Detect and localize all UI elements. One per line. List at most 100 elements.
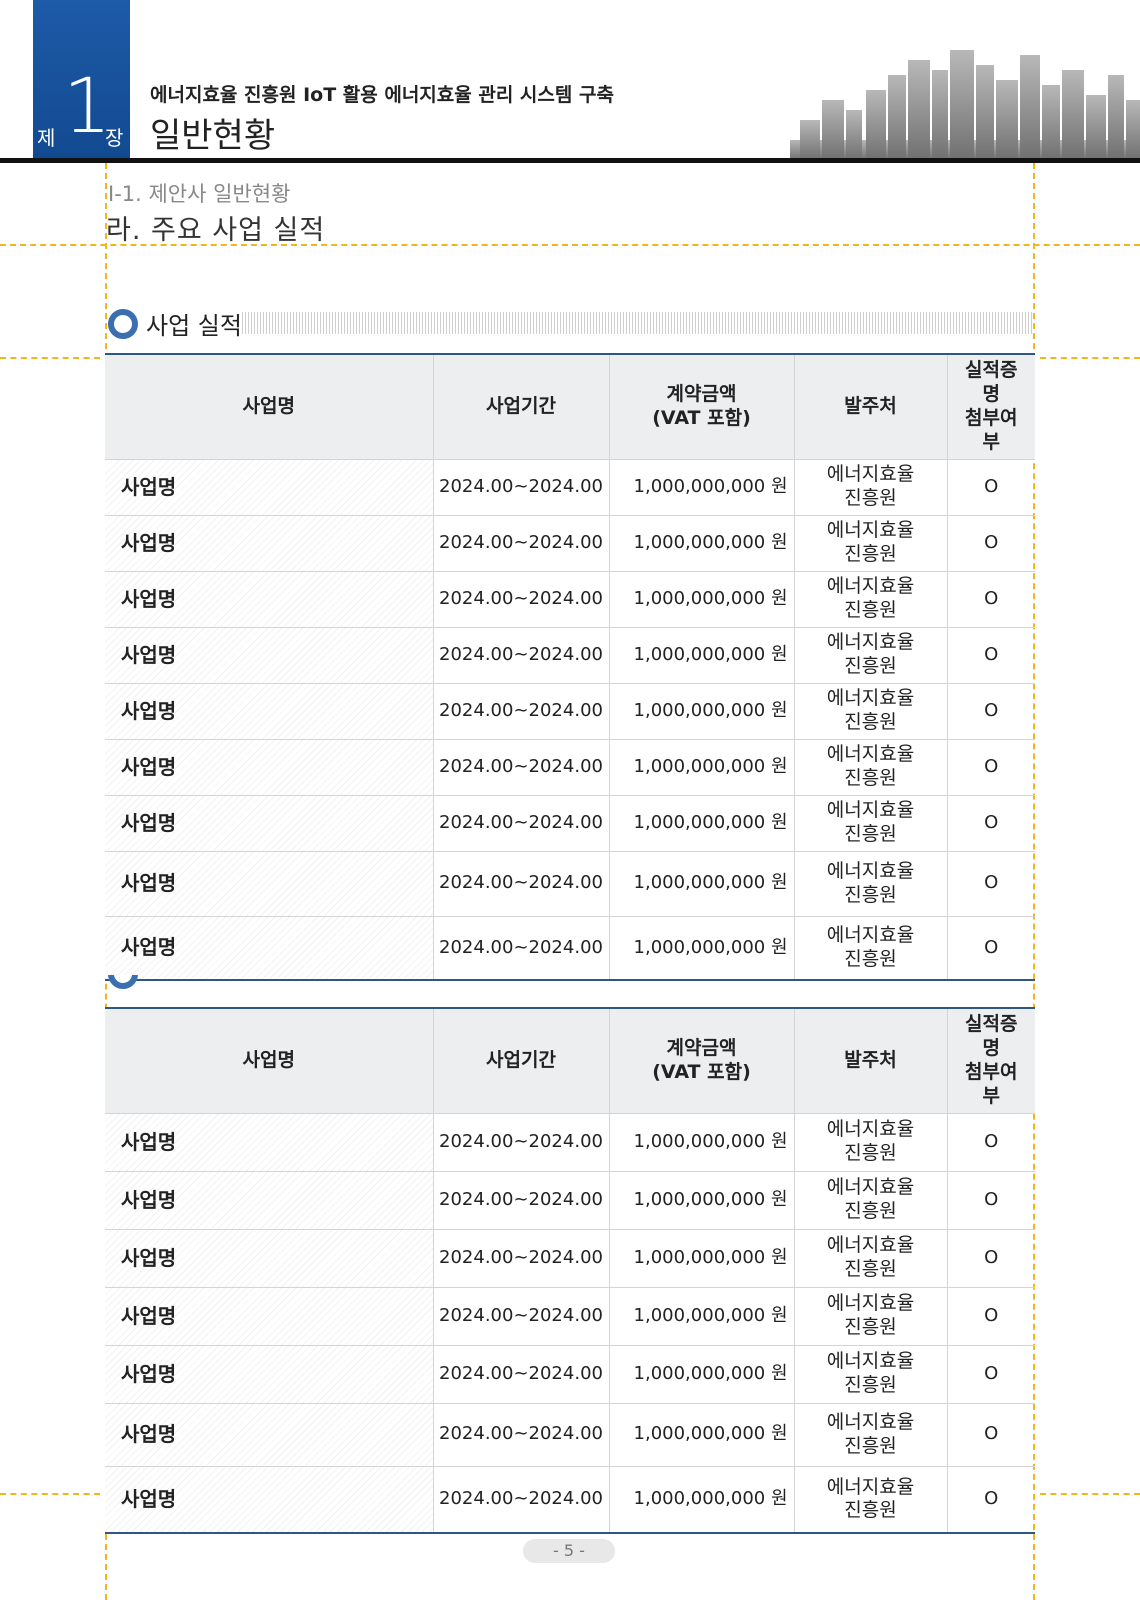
- table-row: 사업명 2024.00~2024.00 1,000,000,000 원 에너지효율 진흥…: [105, 1465, 1035, 1534]
- project-name-cell: 사업명: [105, 1170, 434, 1230]
- client-name-line: 진흥원: [844, 655, 897, 677]
- project-name-cell: 사업명: [105, 1402, 434, 1467]
- client-name-line: 진흥원: [844, 767, 897, 789]
- contract-amount-cell: 1,000,000,000 원: [608, 850, 795, 917]
- client-cell: 에너지효율 진흥원: [793, 1344, 948, 1404]
- header-label: 부: [982, 1084, 1000, 1107]
- hidden-subsection-heading: [108, 975, 308, 991]
- project-name-cell: 사업명: [105, 1286, 434, 1346]
- proof-attached-cell: O: [946, 626, 1035, 684]
- circle-bullet-icon: [108, 975, 138, 989]
- client-cell: 에너지효율 진흥원: [793, 1228, 948, 1288]
- contract-amount-cell: 1,000,000,000 원: [608, 682, 795, 740]
- heading-stripe-decoration: [242, 312, 1033, 334]
- table-row: 사업명 2024.00~2024.00 1,000,000,000 원 에너지효율 진흥…: [105, 1286, 1035, 1346]
- header-label: (VAT 포함): [652, 406, 751, 429]
- project-name-cell: 사업명: [105, 850, 434, 917]
- client-name-line: 에너지효율: [826, 687, 915, 710]
- project-period-cell: 2024.00~2024.00: [432, 570, 610, 628]
- table-row: 사업명 2024.00~2024.00 1,000,000,000 원 에너지효율 진흥…: [105, 682, 1035, 740]
- proof-attached-cell: O: [946, 1402, 1035, 1467]
- contract-amount-cell: 1,000,000,000 원: [608, 1170, 795, 1230]
- client-cell: 에너지효율 진흥원: [793, 1170, 948, 1230]
- column-header-amount: 계약금액 (VAT 포함): [608, 1007, 795, 1114]
- table-row: 사업명 2024.00~2024.00 1,000,000,000 원 에너지효율 진흥…: [105, 1170, 1035, 1230]
- table-header-row: 사업명 사업기간 계약금액 (VAT 포함) 발주처 실적증 명 첨부여 부: [105, 1007, 1035, 1114]
- chapter-prefix: 제: [37, 126, 56, 150]
- project-name-cell: 사업명: [105, 1112, 434, 1172]
- project-name-cell: 사업명: [105, 794, 434, 852]
- table-row: 사업명 2024.00~2024.00 1,000,000,000 원 에너지효율 진흥…: [105, 514, 1035, 572]
- contract-amount-cell: 1,000,000,000 원: [608, 1112, 795, 1172]
- page-number: - 5 -: [523, 1539, 615, 1563]
- header-label: 명: [982, 1037, 1000, 1059]
- subsection-heading: 사업 실적: [108, 306, 1033, 340]
- header-label: 사업기간: [486, 394, 556, 417]
- contract-amount-cell: 1,000,000,000 원: [608, 1344, 795, 1404]
- client-name-line: 진흥원: [844, 599, 897, 621]
- client-cell: 에너지효율 진흥원: [793, 738, 948, 796]
- header-label: 발주처: [844, 394, 897, 417]
- proof-attached-cell: O: [946, 1170, 1035, 1230]
- client-name-line: 진흥원: [844, 823, 897, 845]
- project-period-cell: 2024.00~2024.00: [432, 738, 610, 796]
- layout-guide-horizontal: [1040, 1493, 1140, 1495]
- contract-amount-cell: 1,000,000,000 원: [608, 1286, 795, 1346]
- column-header-amount: 계약금액 (VAT 포함): [608, 353, 795, 460]
- client-name-line: 에너지효율: [826, 1234, 915, 1257]
- project-period-cell: 2024.00~2024.00: [432, 1228, 610, 1288]
- proof-attached-cell: O: [946, 1344, 1035, 1404]
- subsection-title: 사업 실적: [146, 312, 242, 340]
- client-cell: 에너지효율 진흥원: [793, 682, 948, 740]
- table-row: 사업명 2024.00~2024.00 1,000,000,000 원 에너지효율 진흥…: [105, 570, 1035, 628]
- table-row: 사업명 2024.00~2024.00 1,000,000,000 원 에너지효율 진흥…: [105, 458, 1035, 516]
- table-row: 사업명 2024.00~2024.00 1,000,000,000 원 에너지효율 진흥…: [105, 738, 1035, 796]
- client-cell: 에너지효율 진흥원: [793, 626, 948, 684]
- header-label: 첨부여: [965, 1060, 1018, 1083]
- breadcrumb: Ⅰ-1. 제안사 일반현황: [108, 182, 291, 206]
- layout-guide-horizontal: [0, 1493, 100, 1495]
- client-name-line: 진흥원: [844, 487, 897, 509]
- client-cell: 에너지효율 진흥원: [793, 570, 948, 628]
- performance-table-2: 사업명 사업기간 계약금액 (VAT 포함) 발주처 실적증 명 첨부여 부 사업명 20…: [105, 1007, 1035, 1534]
- proof-attached-cell: O: [946, 794, 1035, 852]
- client-name-line: 진흥원: [844, 1499, 897, 1522]
- table-row: 사업명 2024.00~2024.00 1,000,000,000 원 에너지효율 진흥…: [105, 850, 1035, 917]
- client-cell: 에너지효율 진흥원: [793, 1465, 948, 1534]
- client-name-line: 진흥원: [844, 883, 897, 906]
- proof-attached-cell: O: [946, 915, 1035, 981]
- client-cell: 에너지효율 진흥원: [793, 1286, 948, 1346]
- client-cell: 에너지효율 진흥원: [793, 1112, 948, 1172]
- contract-amount-cell: 1,000,000,000 원: [608, 458, 795, 516]
- header-label: 계약금액: [666, 1037, 737, 1059]
- city-skyline-illustration: [790, 50, 1140, 160]
- column-header-client: 발주처: [793, 1007, 948, 1114]
- project-period-cell: 2024.00~2024.00: [432, 1465, 610, 1534]
- client-cell: 에너지효율 진흥원: [793, 514, 948, 572]
- table-row: 사업명 2024.00~2024.00 1,000,000,000 원 에너지효율 진흥…: [105, 1344, 1035, 1404]
- project-period-cell: 2024.00~2024.00: [432, 1170, 610, 1230]
- client-name-line: 에너지효율: [826, 1292, 915, 1315]
- table-row: 사업명 2024.00~2024.00 1,000,000,000 원 에너지효율 진흥…: [105, 915, 1035, 981]
- header-label: 첨부여: [965, 406, 1018, 429]
- header-label: 실적증: [965, 359, 1018, 382]
- contract-amount-cell: 1,000,000,000 원: [608, 626, 795, 684]
- column-header-name: 사업명: [105, 1007, 434, 1114]
- circle-bullet-icon: [108, 309, 138, 339]
- column-header-proof: 실적증 명 첨부여 부: [946, 1007, 1035, 1114]
- project-period-cell: 2024.00~2024.00: [432, 682, 610, 740]
- table-row: 사업명 2024.00~2024.00 1,000,000,000 원 에너지효율 진흥…: [105, 1112, 1035, 1172]
- contract-amount-cell: 1,000,000,000 원: [608, 514, 795, 572]
- project-name-cell: 사업명: [105, 514, 434, 572]
- client-name-line: 진흥원: [844, 543, 897, 565]
- table-row: 사업명 2024.00~2024.00 1,000,000,000 원 에너지효율 진흥…: [105, 626, 1035, 684]
- layout-guide-horizontal: [0, 357, 100, 359]
- client-name-line: 에너지효율: [826, 1475, 915, 1498]
- client-name-line: 에너지효율: [826, 799, 915, 822]
- project-period-cell: 2024.00~2024.00: [432, 794, 610, 852]
- header-label: 사업명: [242, 1048, 295, 1071]
- column-header-period: 사업기간: [432, 353, 610, 460]
- project-period-cell: 2024.00~2024.00: [432, 1112, 610, 1172]
- project-period-cell: 2024.00~2024.00: [432, 514, 610, 572]
- project-name-cell: 사업명: [105, 915, 434, 981]
